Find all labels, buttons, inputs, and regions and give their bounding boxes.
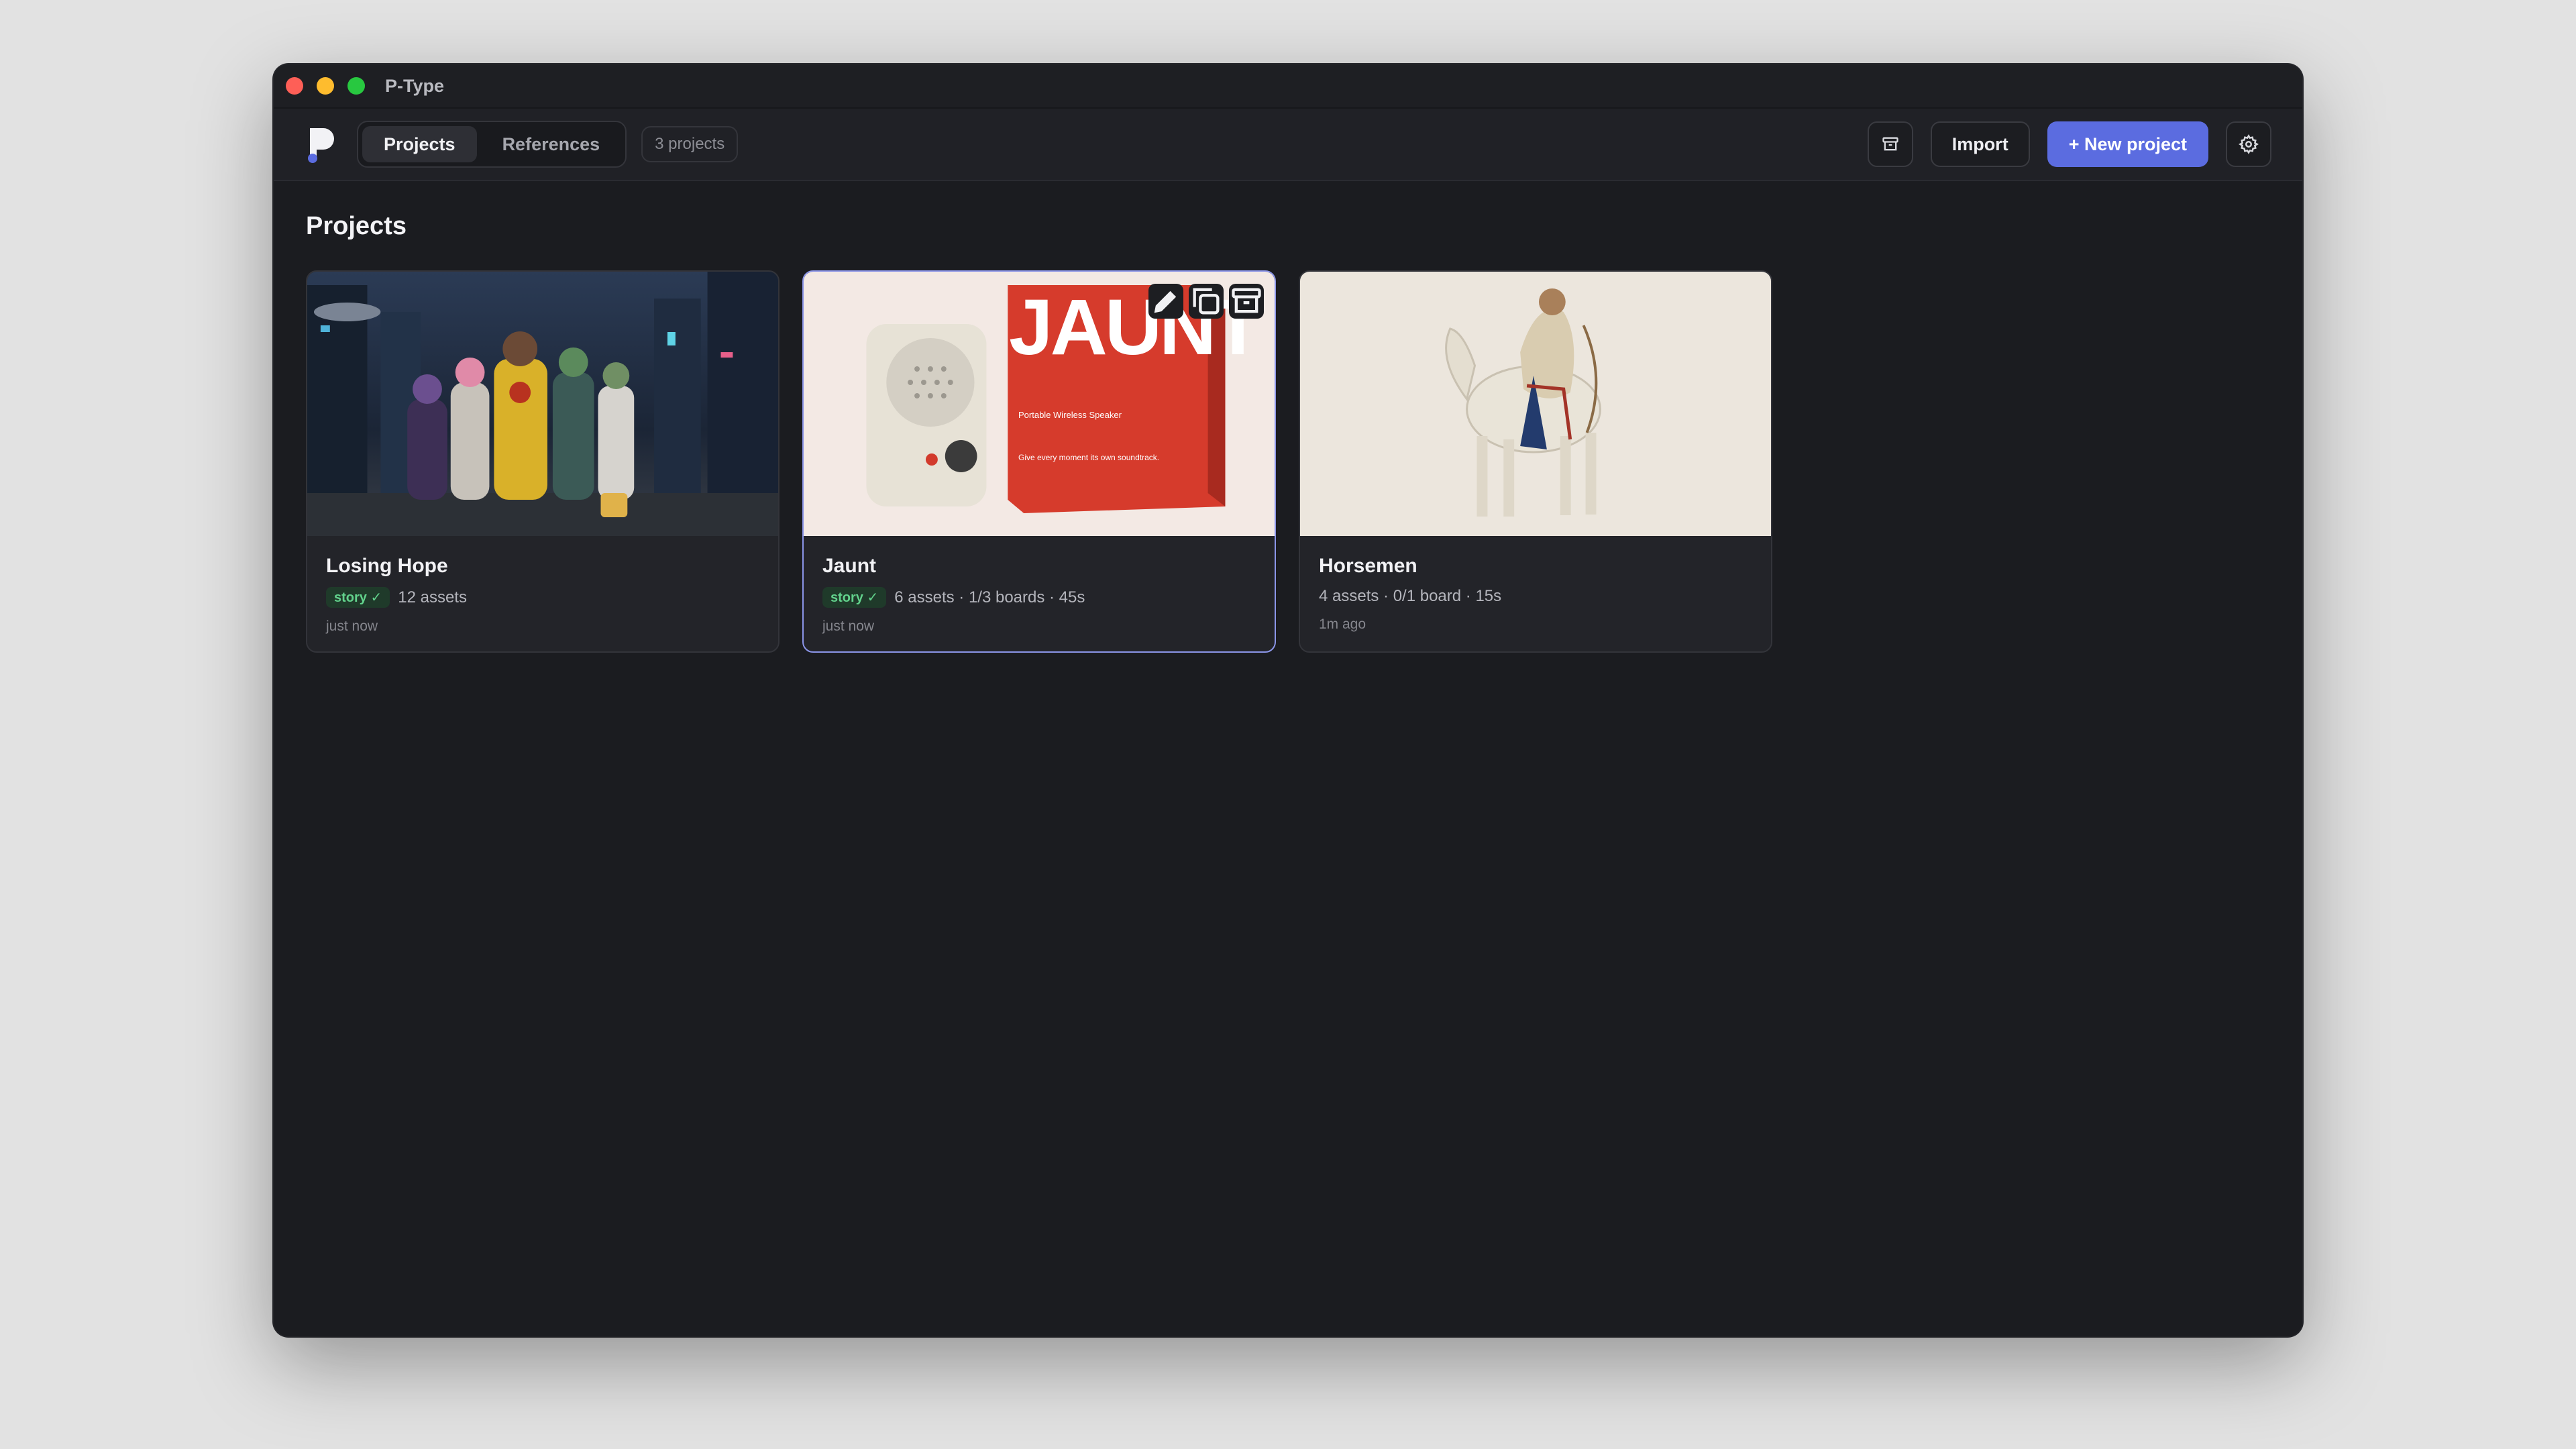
project-count: 3 projects — [641, 126, 739, 162]
window-controls — [286, 77, 365, 95]
view-tabs: Projects References — [357, 121, 627, 168]
project-title: Jaunt — [822, 555, 877, 577]
project-meta: 4 assets · 0/1 board · 15s — [1319, 587, 1752, 606]
box-line-text: Give every moment its own soundtrack. — [1018, 453, 1160, 462]
story-badge: story ✓ — [326, 587, 390, 608]
project-grid: Losing Hope story ✓ 12 assets just now J… — [306, 270, 2270, 653]
duplicate-button[interactable] — [1189, 284, 1224, 319]
gear-icon — [2239, 134, 2259, 154]
project-meta: story ✓ 12 assets — [326, 587, 759, 608]
tab-references[interactable]: References — [481, 126, 622, 162]
settings-button[interactable] — [2226, 121, 2271, 167]
page-title: Projects — [306, 212, 407, 240]
project-title: Horsemen — [1319, 555, 1417, 577]
cyberpunk-crew-image — [307, 272, 778, 536]
horseman-image — [1300, 272, 1771, 536]
project-card[interactable]: Losing Hope story ✓ 12 assets just now — [306, 270, 780, 653]
card-actions — [1148, 284, 1264, 319]
tab-projects[interactable]: Projects — [362, 126, 477, 162]
pencil-icon — [1154, 290, 1177, 313]
project-stats: 6 assets · 1/3 boards · 45s — [894, 588, 1085, 606]
minimize-window-button[interactable] — [317, 77, 334, 95]
project-card[interactable]: Horsemen 4 assets · 0/1 board · 15s 1m a… — [1299, 270, 1772, 653]
app-title: P-Type — [385, 75, 445, 96]
new-project-button[interactable]: + New project — [2047, 121, 2208, 167]
toolbar: Projects References 3 projects Import + … — [274, 107, 2302, 181]
archive-icon — [1232, 288, 1261, 313]
archive-button[interactable] — [1867, 121, 1913, 167]
project-timestamp: 1m ago — [1319, 616, 1366, 632]
zoom-window-button[interactable] — [347, 77, 365, 95]
project-stats: 12 assets — [398, 588, 467, 606]
card-body: Horsemen 4 assets · 0/1 board · 15s 1m a… — [1300, 536, 1771, 651]
archive-project-button[interactable] — [1229, 284, 1264, 319]
copy-icon — [1193, 288, 1220, 315]
box-line-text: Portable Wireless Speaker — [1018, 410, 1122, 420]
project-stats: 4 assets · 0/1 board · 15s — [1319, 587, 1502, 605]
project-timestamp: just now — [822, 619, 875, 634]
card-body: Jaunt story ✓ 6 assets · 1/3 boards · 45… — [804, 536, 1275, 651]
app-logo-icon — [305, 124, 337, 164]
close-window-button[interactable] — [286, 77, 303, 95]
project-title: Losing Hope — [326, 555, 448, 577]
title-bar: P-Type — [274, 64, 2302, 107]
toolbar-actions: Import + New project — [1867, 109, 2271, 180]
project-timestamp: just now — [326, 619, 378, 634]
app-window: P-Type Projects References 3 projects Im… — [274, 64, 2302, 1336]
project-meta: story ✓ 6 assets · 1/3 boards · 45s — [822, 587, 1256, 608]
rename-button[interactable] — [1148, 284, 1183, 319]
main-content: Projects Losing Hope story ✓ 12 assets j… — [274, 181, 2302, 684]
archive-icon — [1882, 137, 1898, 151]
speaker-product-image: JAUNT Portable Wireless Speaker Give eve… — [804, 272, 1275, 536]
project-card[interactable]: JAUNT Portable Wireless Speaker Give eve… — [802, 270, 1276, 653]
import-button[interactable]: Import — [1930, 121, 2030, 167]
card-body: Losing Hope story ✓ 12 assets just now — [307, 536, 778, 651]
story-badge: story ✓ — [822, 587, 887, 608]
